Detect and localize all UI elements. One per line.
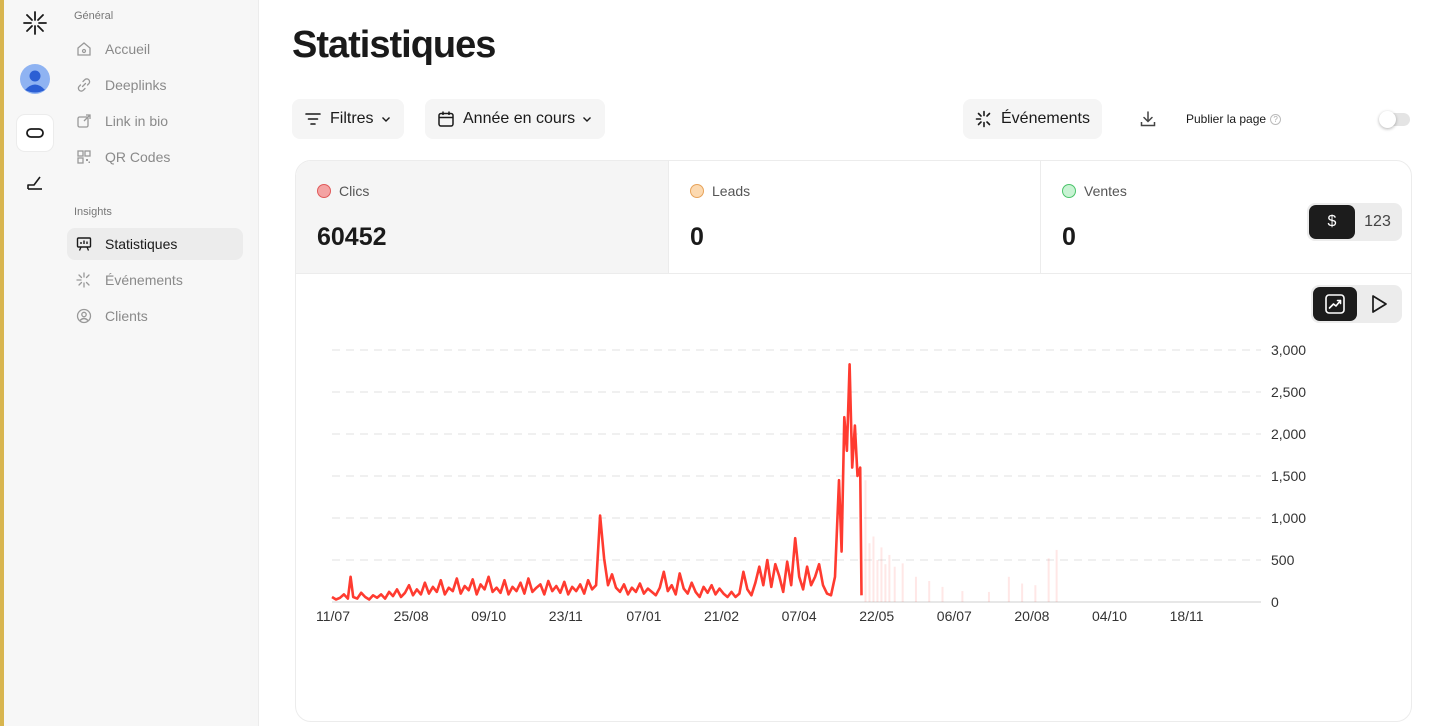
unit-toggle: $ 123 xyxy=(1307,203,1402,241)
sidebar-item-label: QR Codes xyxy=(105,149,171,165)
stats-card: Clics 60452 Leads 0 Ventes 0 $ 123 0 500… xyxy=(295,160,1412,722)
period-select[interactable]: Année en cours xyxy=(425,99,606,139)
sidebar-item-label: Accueil xyxy=(105,41,151,57)
x-tick-label: 20/08 xyxy=(1014,608,1049,624)
sidebar-item-link-in-bio[interactable]: Link in bio xyxy=(67,105,243,137)
sidebar-item-label: Clients xyxy=(105,308,148,324)
x-tick-label: 25/08 xyxy=(394,608,429,624)
metric-label: Ventes xyxy=(1062,183,1127,199)
publish-page-label: Publier la page ? xyxy=(1186,112,1282,126)
metric-label-text: Leads xyxy=(712,183,751,199)
y-tick-label: 2,000 xyxy=(1271,426,1306,442)
user-circle-icon xyxy=(75,307,93,325)
sidebar-item-evenements[interactable]: Événements xyxy=(67,264,243,296)
x-tick-label: 06/07 xyxy=(937,608,972,624)
x-tick-label: 21/02 xyxy=(704,608,739,624)
home-icon xyxy=(75,40,93,58)
filters-button[interactable]: Filtres xyxy=(292,99,404,139)
leads-dot xyxy=(690,184,704,198)
y-tick-label: 500 xyxy=(1271,552,1295,568)
y-tick-label: 3,000 xyxy=(1271,342,1306,358)
toggle-knob xyxy=(1379,111,1396,128)
series-line-clics xyxy=(331,363,863,601)
y-tick-label: 2,500 xyxy=(1271,384,1306,400)
download-button[interactable] xyxy=(1135,106,1161,132)
y-tick-label: 1,000 xyxy=(1271,510,1306,526)
external-link-icon xyxy=(75,112,93,130)
section-title-general: Général xyxy=(74,10,114,22)
qr-code-icon xyxy=(75,148,93,166)
sidebar-item-deeplinks[interactable]: Deeplinks xyxy=(67,69,243,101)
y-tick-label: 0 xyxy=(1271,594,1279,610)
metric-label-text: Ventes xyxy=(1084,183,1127,199)
metric-label: Leads xyxy=(690,183,750,199)
x-tick-label: 11/07 xyxy=(316,608,350,624)
sidebar-item-label: Événements xyxy=(105,272,183,288)
app-window: Général Accueil Deeplinks Link in bio QR… xyxy=(0,0,1448,726)
sidebar-item-statistiques[interactable]: Statistiques xyxy=(67,228,243,260)
calendar-icon xyxy=(437,110,455,128)
sidebar-item-label: Link in bio xyxy=(105,113,169,129)
clics-line-chart: 0 500 1,000 1,500 2,000 2,500 3,000 11/07 25/08 0… xyxy=(316,342,1306,624)
metric-label-text: Clics xyxy=(339,183,370,199)
events-label: Événements xyxy=(1001,110,1090,127)
icon-rail xyxy=(0,0,60,726)
sparkle-icon xyxy=(75,271,93,289)
sparkle-logo-icon[interactable] xyxy=(17,5,53,41)
chart-area: 0 500 1,000 1,500 2,000 2,500 3,000 11/07 25/08 0… xyxy=(296,275,1411,721)
y-tick-label: 1,500 xyxy=(1271,468,1306,484)
x-tick-label: 18/11 xyxy=(1170,608,1204,624)
sidebar-item-clients[interactable]: Clients xyxy=(67,300,243,332)
metric-label: Clics xyxy=(317,183,369,199)
ventes-dot xyxy=(1062,184,1076,198)
x-tick-label: 04/10 xyxy=(1092,608,1127,624)
link-icon xyxy=(75,76,93,94)
sidebar-item-accueil[interactable]: Accueil xyxy=(67,33,243,65)
events-button[interactable]: Événements xyxy=(963,99,1102,139)
sidebar-item-qr-codes[interactable]: QR Codes xyxy=(67,141,243,173)
sidebar-item-label: Deeplinks xyxy=(105,77,167,93)
metric-leads[interactable]: Leads 0 xyxy=(668,161,1040,274)
chart-up-icon[interactable] xyxy=(17,165,53,201)
page-title: Statistiques xyxy=(292,24,496,66)
x-tick-label: 07/01 xyxy=(626,608,661,624)
metric-clics[interactable]: Clics 60452 xyxy=(296,161,668,274)
period-label: Année en cours xyxy=(463,110,576,127)
download-icon xyxy=(1139,110,1157,128)
link-icon[interactable] xyxy=(17,115,53,151)
metric-value: 0 xyxy=(690,223,704,251)
avatar[interactable] xyxy=(17,61,53,97)
x-tick-label: 22/05 xyxy=(859,608,894,624)
publish-page-text: Publier la page xyxy=(1186,112,1267,126)
sparkle-icon xyxy=(975,110,993,128)
clics-dot xyxy=(317,184,331,198)
section-title-insights: Insights xyxy=(74,206,112,218)
filter-lines-icon xyxy=(304,110,322,128)
publish-page-toggle[interactable] xyxy=(1379,111,1410,128)
x-tick-label: 09/10 xyxy=(471,608,506,624)
chevron-down-icon xyxy=(581,113,593,125)
unit-option-currency[interactable]: $ xyxy=(1309,205,1355,239)
metric-value: 60452 xyxy=(317,223,387,251)
presentation-chart-icon xyxy=(75,235,93,253)
metric-value: 0 xyxy=(1062,223,1076,251)
x-tick-label: 23/11 xyxy=(549,608,583,624)
sidebar: Général Accueil Deeplinks Link in bio QR… xyxy=(60,0,250,726)
main-content: Statistiques Filtres Année en cours Évén… xyxy=(258,0,1448,726)
help-icon[interactable]: ? xyxy=(1270,113,1282,125)
sidebar-item-label: Statistiques xyxy=(105,236,178,252)
chevron-down-icon xyxy=(380,113,392,125)
x-tick-label: 07/04 xyxy=(782,608,817,624)
unit-option-count[interactable]: 123 xyxy=(1355,205,1400,239)
filters-label: Filtres xyxy=(330,110,374,127)
